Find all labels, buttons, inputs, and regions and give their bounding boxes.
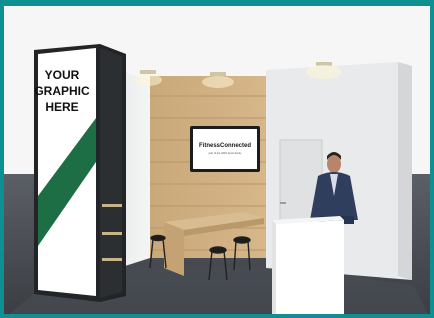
white-podium xyxy=(272,216,344,314)
door-handle xyxy=(280,202,286,204)
booth-render-frame: FitnessConnected part of the GMS Sport f… xyxy=(0,0,434,318)
tv-tagline-text: part of the GMS Sport family xyxy=(209,151,242,155)
tv-display: FitnessConnected part of the GMS Sport f… xyxy=(190,126,260,172)
booth-scene: FitnessConnected part of the GMS Sport f… xyxy=(4,6,430,314)
tv-brand-text: FitnessConnected xyxy=(199,143,251,149)
tower-text-line2: GRAPHIC xyxy=(34,84,90,98)
tower-text-line3: HERE xyxy=(45,100,78,114)
tower-text-line1: YOUR xyxy=(45,68,80,82)
graphic-tower: YOUR GRAPHIC HERE xyxy=(34,44,126,302)
